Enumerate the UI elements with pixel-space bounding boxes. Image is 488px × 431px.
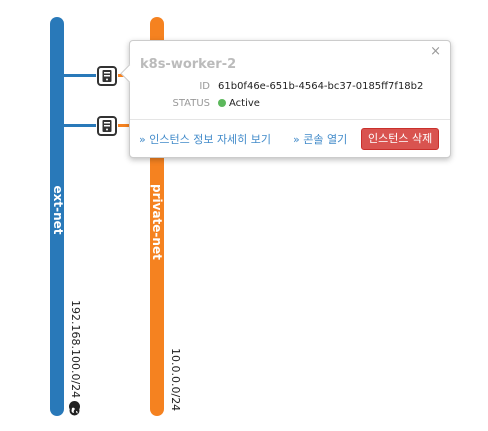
server-icon[interactable] — [97, 66, 117, 86]
status-dot-icon — [218, 99, 226, 107]
instance-popup: k8s-worker-2 × ID 61b0f46e-651b-4564-bc3… — [120, 40, 451, 158]
close-icon[interactable]: × — [430, 44, 441, 59]
popup-divider — [130, 119, 450, 120]
id-label: ID — [199, 81, 210, 92]
status-value-wrap: Active — [218, 98, 260, 109]
id-value: 61b0f46e-651b-4564-bc37-0185ff7f18b2 — [218, 81, 424, 92]
ext-net-label: ext-net — [51, 185, 65, 235]
instance-details-link[interactable]: » 인스턴스 정보 자세히 보기 — [139, 131, 271, 147]
private-net-label: private-net — [150, 184, 164, 260]
status-label: STATUS — [172, 98, 210, 109]
instance-1-ext-link — [64, 74, 96, 77]
delete-instance-button[interactable]: 인스턴스 삭제 — [361, 128, 440, 150]
private-net-cidr: 10.0.0.0/24 — [169, 348, 182, 412]
status-value: Active — [229, 98, 260, 109]
popup-title: k8s-worker-2 — [140, 57, 237, 72]
instance-2-ext-link — [64, 124, 96, 127]
open-console-link[interactable]: » 콘솔 열기 — [293, 131, 347, 147]
popup-arrow — [120, 64, 139, 83]
globe-icon — [69, 401, 80, 416]
ext-net-cidr: 192.168.100.0/24 — [69, 300, 82, 399]
server-icon[interactable] — [97, 116, 117, 136]
